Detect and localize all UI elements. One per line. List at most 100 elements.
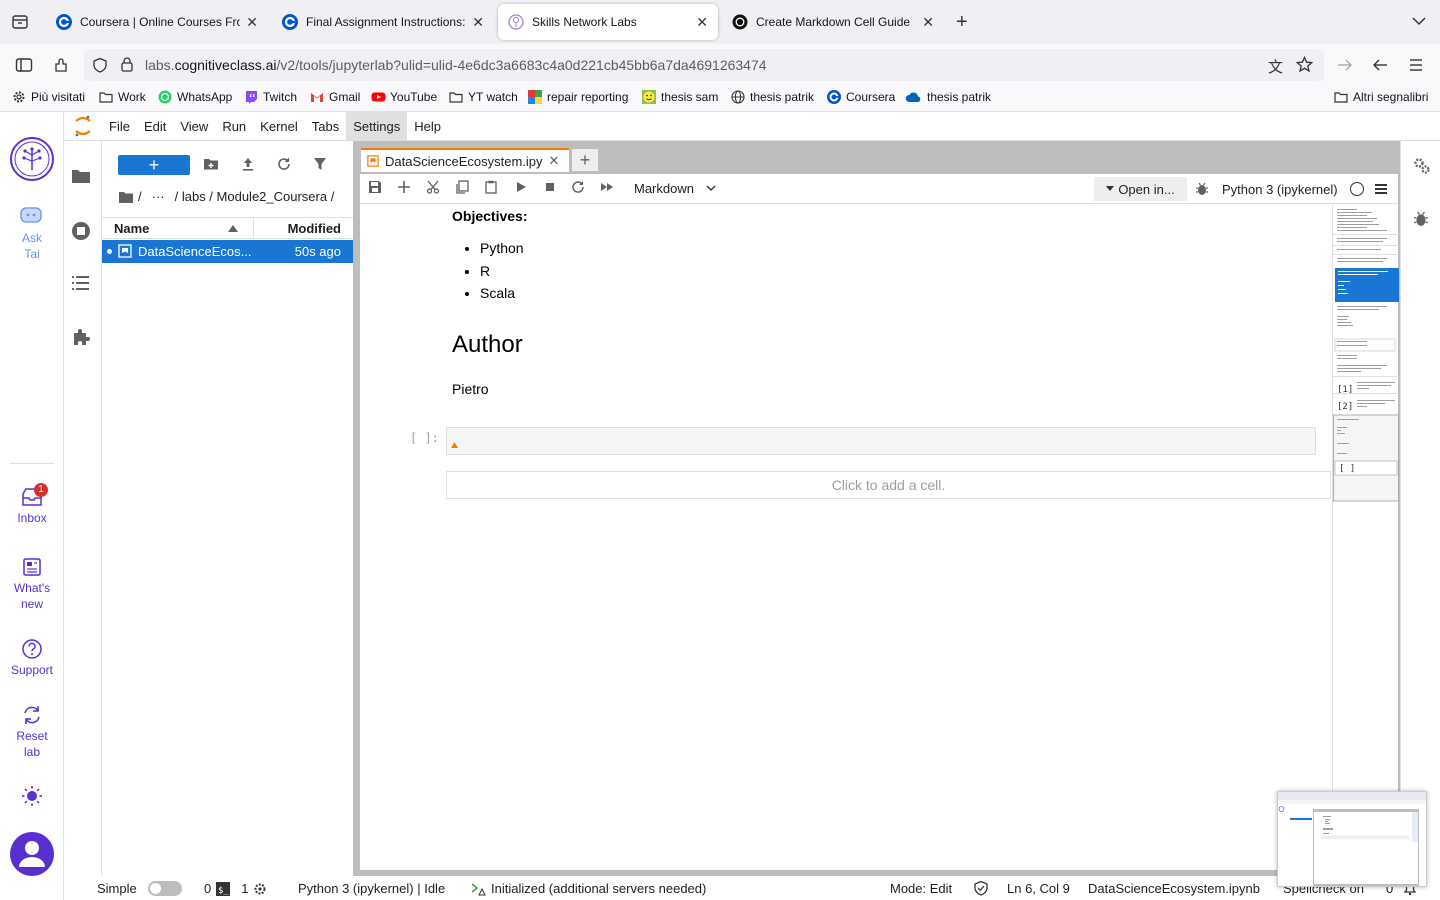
bookmark-yt-watch[interactable]: YT watch xyxy=(449,90,518,104)
bookmark-coursera[interactable]: Coursera xyxy=(827,90,895,104)
close-tab-icon[interactable]: ✕ xyxy=(472,14,484,31)
ask-tai-button[interactable]: Ask Tai xyxy=(0,206,64,262)
bookmark-gmail[interactable]: Gmail xyxy=(310,90,360,104)
kernel-status[interactable]: Python 3 (ipykernel) | Idle xyxy=(298,881,445,896)
bookmark-thesis-patrik-onedrive[interactable]: thesis patrik xyxy=(905,90,991,104)
bookmark-thesis-patrik[interactable]: thesis patrik xyxy=(731,90,814,104)
add-cell-icon[interactable] xyxy=(397,180,415,198)
column-name-header[interactable]: Name xyxy=(114,221,149,236)
notebook-document-tab[interactable]: DataScienceEcosystem.ipy ✕ xyxy=(361,148,569,172)
bookmark-work[interactable]: Work xyxy=(99,90,146,104)
reset-lab-button[interactable]: Reset lab xyxy=(0,704,64,760)
breadcrumb-root[interactable]: / xyxy=(138,189,142,204)
support-button[interactable]: Support xyxy=(0,638,64,678)
menu-run[interactable]: Run xyxy=(215,112,253,141)
tab-overview-icon[interactable] xyxy=(11,13,29,31)
debugger-bug-icon[interactable] xyxy=(1413,211,1429,227)
property-inspector-gears-icon[interactable] xyxy=(1413,157,1431,175)
new-tab-icon[interactable]: + xyxy=(956,11,968,34)
bookmark-other[interactable]: Altri segnalibri xyxy=(1334,90,1428,104)
add-tab-button[interactable]: + xyxy=(572,149,598,171)
bookmark-youtube[interactable]: YouTube xyxy=(371,90,437,104)
user-avatar-icon[interactable] xyxy=(10,832,54,876)
lab-label: lab xyxy=(23,745,40,759)
paste-icon[interactable] xyxy=(484,180,502,198)
close-tab-icon[interactable]: ✕ xyxy=(922,14,934,31)
close-tab-icon[interactable]: ✕ xyxy=(696,14,708,31)
copy-icon[interactable] xyxy=(455,180,473,198)
extensions-icon[interactable] xyxy=(52,56,70,74)
filter-icon[interactable] xyxy=(312,156,328,172)
new-launcher-button[interactable]: + xyxy=(118,155,190,175)
terminals-count[interactable]: 0 $_ 1 xyxy=(204,881,267,896)
bookmark-thesis-sam[interactable]: thesis sam xyxy=(642,90,718,104)
column-modified-header[interactable]: Modified xyxy=(288,221,341,236)
cursor-position[interactable]: Ln 6, Col 9 xyxy=(1007,881,1070,896)
sidebar-toggle-icon[interactable] xyxy=(15,56,33,74)
forward-icon[interactable] xyxy=(1336,56,1354,74)
home-folder-icon[interactable] xyxy=(118,190,134,204)
menu-help[interactable]: Help xyxy=(407,112,448,141)
translate-icon[interactable]: 文 xyxy=(1268,56,1283,77)
bookmark-whatsapp[interactable]: WhatsApp xyxy=(158,90,232,104)
toggle-switch[interactable] xyxy=(147,881,182,896)
notebook-minimap[interactable]: [1] [2] [ ] xyxy=(1332,205,1399,870)
breadcrumb-path[interactable]: / labs / Module2_Coursera / xyxy=(175,189,335,204)
extension-manager-puzzle-icon[interactable] xyxy=(71,327,95,351)
whats-new-button[interactable]: What's new xyxy=(0,556,64,612)
menu-view[interactable]: View xyxy=(173,112,215,141)
upload-icon[interactable] xyxy=(240,156,256,172)
stop-icon[interactable] xyxy=(543,180,561,198)
lock-icon[interactable] xyxy=(119,56,135,72)
shield-icon[interactable] xyxy=(92,57,108,73)
kernel-name-button[interactable]: Python 3 (ipykernel) xyxy=(1222,182,1338,197)
lsp-status[interactable]: Initialized (additional servers needed) xyxy=(470,881,706,896)
url-text[interactable]: labs.cognitiveclass.ai/v2/tools/jupyterl… xyxy=(145,57,767,73)
running-kernels-icon[interactable] xyxy=(71,221,95,245)
bookmark-repair-reporting[interactable]: repair reporting xyxy=(528,90,628,104)
bookmarks-bar: Più visitati Work WhatsApp Twitch Gmail … xyxy=(0,86,1440,112)
restart-icon[interactable] xyxy=(571,180,589,198)
browser-tab-coursera[interactable]: Coursera | Online Courses From ✕ xyxy=(46,4,268,40)
list-item: Python xyxy=(480,237,524,260)
open-in-button[interactable]: Open in... xyxy=(1094,177,1187,201)
browser-tab-final-assignment[interactable]: Final Assignment Instructions: C ✕ xyxy=(272,4,494,40)
file-list-item[interactable]: DataScienceEcos... 50s ago xyxy=(102,240,353,263)
menu-edit[interactable]: Edit xyxy=(137,112,173,141)
menu-settings[interactable]: Settings xyxy=(346,111,408,141)
menu-file[interactable]: File xyxy=(102,112,137,141)
save-icon[interactable] xyxy=(368,180,386,198)
debugger-bug-icon[interactable] xyxy=(1195,182,1209,196)
bookmark-twitch[interactable]: Twitch xyxy=(244,90,297,104)
menu-kernel[interactable]: Kernel xyxy=(253,112,305,141)
breadcrumb-ellipsis[interactable]: ··· xyxy=(152,189,165,204)
browser-tab-markdown-guide[interactable]: Create Markdown Cell Guide ✕ xyxy=(722,4,944,40)
inbox-button[interactable]: 1 Inbox xyxy=(0,483,64,526)
menu-hamburger-icon[interactable] xyxy=(1374,182,1388,196)
new-folder-icon[interactable] xyxy=(203,156,219,172)
code-cell-editor[interactable] xyxy=(446,427,1316,455)
close-tab-icon[interactable]: ✕ xyxy=(549,153,560,169)
restart-run-all-icon[interactable] xyxy=(600,180,618,198)
theme-sun-icon[interactable] xyxy=(21,785,43,807)
close-tab-icon[interactable]: ✕ xyxy=(246,14,258,31)
star-icon[interactable] xyxy=(1296,56,1313,73)
table-of-contents-icon[interactable] xyxy=(71,274,95,298)
back-icon[interactable] xyxy=(1371,56,1389,74)
cut-icon[interactable] xyxy=(426,180,444,198)
sort-ascending-icon[interactable] xyxy=(228,225,238,232)
add-cell-footer[interactable]: Click to add a cell. xyxy=(446,471,1331,499)
shield-check-icon[interactable] xyxy=(973,880,989,896)
file-browser-folder-icon[interactable] xyxy=(71,167,95,191)
refresh-icon[interactable] xyxy=(276,156,292,172)
menu-tabs[interactable]: Tabs xyxy=(305,112,346,141)
screenshot-thumbnail[interactable] xyxy=(1277,791,1427,887)
menu-hamburger-icon[interactable] xyxy=(1407,56,1425,74)
url-bar[interactable]: labs.cognitiveclass.ai/v2/tools/jupyterl… xyxy=(84,49,1324,81)
browser-tab-skills-network[interactable]: Skills Network Labs ✕ xyxy=(498,4,718,40)
tab-list-chevron-icon[interactable] xyxy=(1411,13,1427,29)
bookmark-piu-visitati[interactable]: Più visitati xyxy=(12,90,85,104)
run-icon[interactable] xyxy=(514,180,532,198)
cell-type-select[interactable]: Markdown xyxy=(634,181,716,196)
simple-mode-toggle[interactable]: Simple xyxy=(97,881,182,896)
